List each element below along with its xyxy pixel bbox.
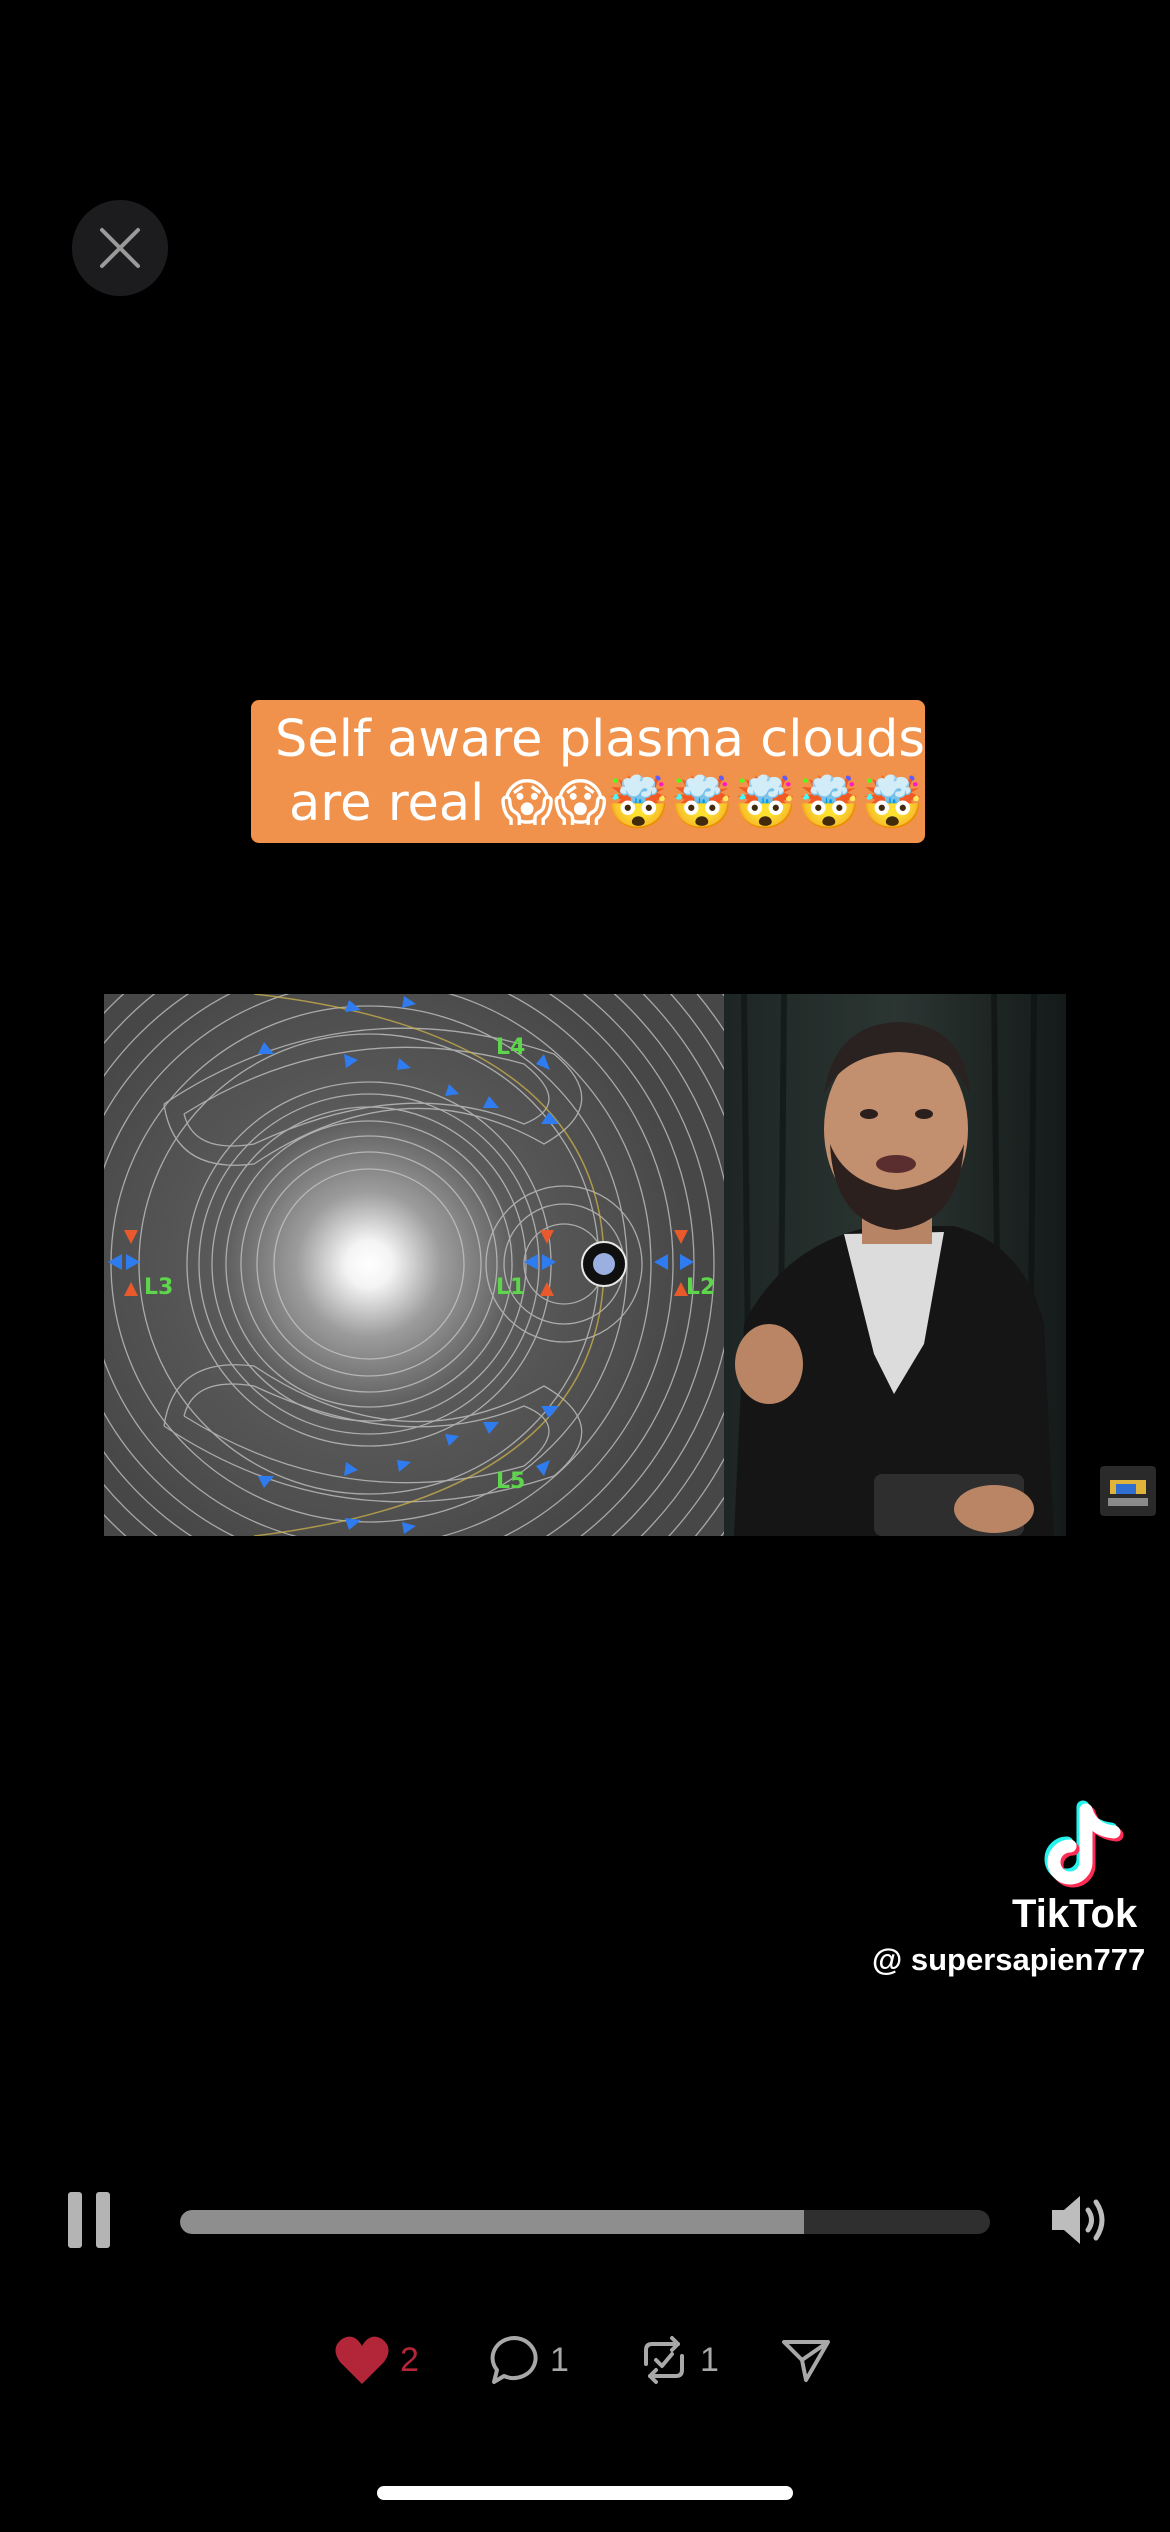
- volume-icon: [1052, 2196, 1105, 2244]
- close-button[interactable]: [72, 200, 168, 296]
- like-button[interactable]: 2: [334, 2330, 419, 2390]
- tiktok-brand-name: TikTok: [1012, 1892, 1138, 1936]
- comment-count: 1: [550, 2340, 569, 2379]
- repost-button[interactable]: 1: [638, 2330, 719, 2390]
- repost-icon: [644, 2336, 684, 2384]
- channel-logo: [1100, 1466, 1156, 1516]
- l1-label: L1: [496, 1275, 525, 1300]
- video-frame[interactable]: L4 L3 L1 L2 L5: [104, 994, 1066, 1536]
- l4-label: L4: [496, 1035, 525, 1060]
- volume-button[interactable]: [1048, 2190, 1112, 2250]
- home-indicator[interactable]: [377, 2486, 793, 2500]
- caption-line-1: Self aware plasma clouds: [275, 710, 925, 769]
- heart-icon: [335, 2336, 389, 2384]
- repost-count: 1: [700, 2340, 719, 2379]
- pause-button[interactable]: [68, 2192, 112, 2248]
- share-button[interactable]: [780, 2330, 832, 2390]
- l3-label: L3: [144, 1275, 173, 1300]
- like-count: 2: [400, 2340, 419, 2379]
- caption-line-2: are real 😱😱🤯🤯🤯🤯🤯: [289, 774, 925, 833]
- l2-label: L2: [686, 1275, 715, 1300]
- comment-button[interactable]: 1: [488, 2330, 569, 2390]
- send-icon: [782, 2340, 830, 2382]
- tiktok-username: @ supersapien777: [872, 1942, 1146, 1977]
- l5-label: L5: [496, 1469, 525, 1494]
- speaker-video-panel: [724, 994, 1066, 1536]
- progress-bar[interactable]: [180, 2210, 990, 2234]
- comment-icon: [490, 2336, 538, 2384]
- action-bar: 2 1 1: [0, 2330, 1170, 2390]
- tiktok-logo-icon: [1040, 1800, 1130, 1890]
- video-caption: Self aware plasma clouds are real 😱😱🤯🤯🤯🤯…: [251, 700, 925, 843]
- close-icon: [100, 228, 140, 268]
- lagrange-points-diagram: L4 L3 L1 L2 L5: [104, 994, 724, 1536]
- progress-fill: [180, 2210, 804, 2234]
